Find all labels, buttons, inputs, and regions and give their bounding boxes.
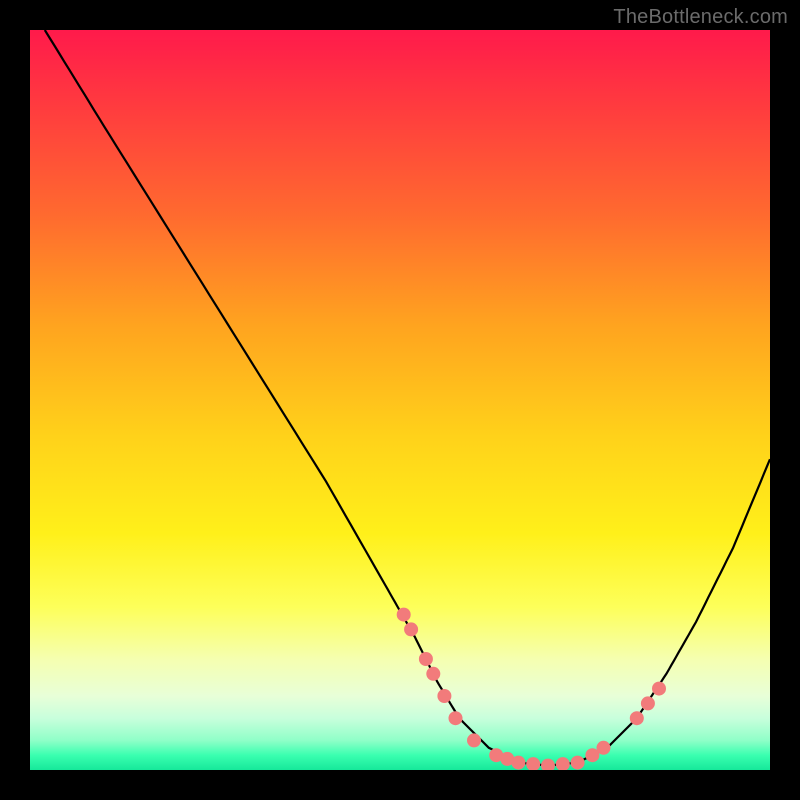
bottleneck-curve [45,30,770,766]
data-point-marker [426,667,440,681]
data-point-marker [397,608,411,622]
data-point-marker [541,759,555,770]
data-point-marker [467,733,481,747]
watermark-text: TheBottleneck.com [613,6,788,29]
chart-frame: TheBottleneck.com [0,0,800,800]
data-point-marker [511,756,525,770]
data-point-marker [404,622,418,636]
curve-markers [397,608,666,770]
data-point-marker [597,741,611,755]
curve-svg [30,30,770,770]
data-point-marker [437,689,451,703]
data-point-marker [641,696,655,710]
data-point-marker [449,711,463,725]
data-point-marker [526,757,540,770]
data-point-marker [556,757,570,770]
data-point-marker [419,652,433,666]
data-point-marker [571,756,585,770]
data-point-marker [652,682,666,696]
data-point-marker [630,711,644,725]
plot-area [30,30,770,770]
